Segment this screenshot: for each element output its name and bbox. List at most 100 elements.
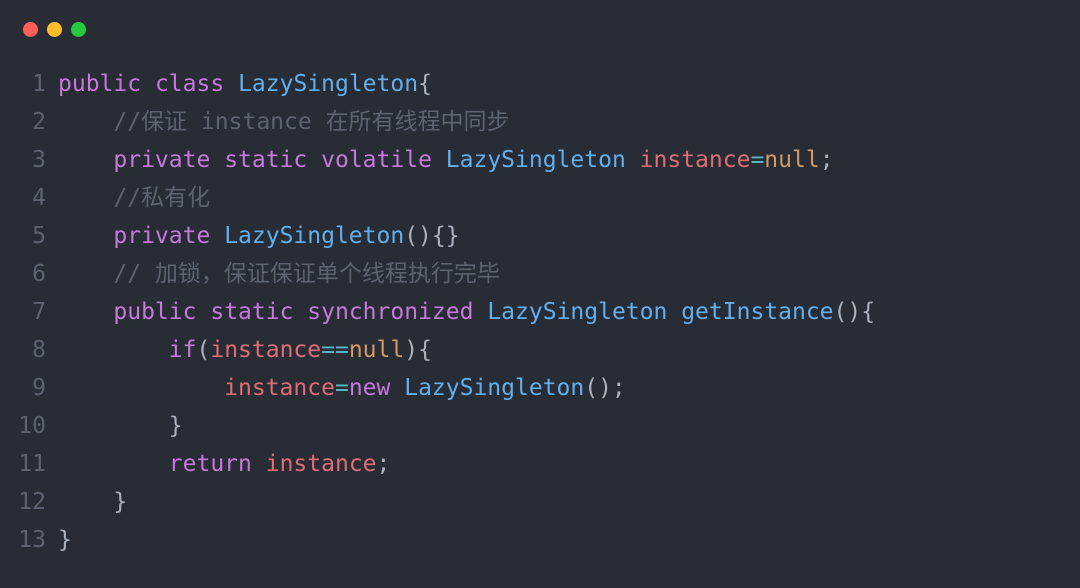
token: ( (196, 337, 210, 363)
line-number: 1 (16, 65, 58, 103)
line-number: 5 (16, 217, 58, 255)
token: LazySingleton (487, 299, 667, 325)
code-line[interactable]: 2 //保证 instance 在所有线程中同步 (16, 103, 1064, 141)
token (432, 147, 446, 173)
code-line[interactable]: 13} (16, 521, 1064, 559)
token: public (58, 71, 141, 97)
code-content[interactable]: if(instance==null){ (58, 331, 432, 369)
code-content[interactable]: } (58, 407, 183, 445)
token: ){ (404, 337, 432, 363)
token: synchronized (307, 299, 473, 325)
token (252, 451, 266, 477)
token (196, 299, 210, 325)
token: instance (224, 375, 335, 401)
token: //保证 instance 在所有线程中同步 (113, 109, 509, 135)
line-number: 6 (16, 255, 58, 293)
token: static (224, 147, 307, 173)
token: } (58, 527, 72, 553)
line-number: 2 (16, 103, 58, 141)
code-content[interactable]: //保证 instance 在所有线程中同步 (58, 103, 510, 141)
line-number: 7 (16, 293, 58, 331)
token (58, 185, 113, 211)
token: return (169, 451, 252, 477)
line-number: 10 (16, 407, 58, 445)
line-number: 3 (16, 141, 58, 179)
token: null (764, 147, 819, 173)
line-number: 11 (16, 445, 58, 483)
token: if (169, 337, 197, 363)
code-line[interactable]: 6 // 加锁，保证保证单个线程执行完毕 (16, 255, 1064, 293)
token (626, 147, 640, 173)
code-line[interactable]: 7 public static synchronized LazySinglet… (16, 293, 1064, 331)
code-line[interactable]: 8 if(instance==null){ (16, 331, 1064, 369)
token: null (349, 337, 404, 363)
token: //私有化 (113, 185, 210, 211)
token (58, 489, 113, 515)
token (58, 375, 224, 401)
code-line[interactable]: 4 //私有化 (16, 179, 1064, 217)
token (58, 299, 113, 325)
close-icon[interactable] (23, 22, 38, 37)
token (473, 299, 487, 325)
line-number: 13 (16, 521, 58, 559)
code-line[interactable]: 11 return instance; (16, 445, 1064, 483)
code-content[interactable]: return instance; (58, 445, 390, 483)
minimize-icon[interactable] (47, 22, 62, 37)
code-content[interactable]: } (58, 521, 72, 559)
code-content[interactable]: private LazySingleton(){} (58, 217, 460, 255)
code-content[interactable]: } (58, 483, 127, 521)
token: { (418, 71, 432, 97)
token (390, 375, 404, 401)
code-editor[interactable]: 1public class LazySingleton{2 //保证 insta… (0, 37, 1080, 559)
token: instance (266, 451, 377, 477)
line-number: 12 (16, 483, 58, 521)
code-line[interactable]: 10 } (16, 407, 1064, 445)
code-content[interactable]: // 加锁，保证保证单个线程执行完毕 (58, 255, 500, 293)
code-content[interactable]: //私有化 (58, 179, 210, 217)
code-line[interactable]: 9 instance=new LazySingleton(); (16, 369, 1064, 407)
token: // 加锁，保证保证单个线程执行完毕 (113, 261, 500, 287)
code-line[interactable]: 1public class LazySingleton{ (16, 65, 1064, 103)
window-controls (0, 0, 1080, 37)
token: LazySingleton (404, 375, 584, 401)
token: LazySingleton (238, 71, 418, 97)
token (58, 337, 169, 363)
token: private (113, 223, 210, 249)
line-number: 9 (16, 369, 58, 407)
token: class (155, 71, 224, 97)
zoom-icon[interactable] (71, 22, 86, 37)
token: private (113, 147, 210, 173)
token (667, 299, 681, 325)
code-line[interactable]: 3 private static volatile LazySingleton … (16, 141, 1064, 179)
token (58, 223, 113, 249)
line-number: 8 (16, 331, 58, 369)
token: ; (377, 451, 391, 477)
token (58, 413, 169, 439)
token: (); (584, 375, 626, 401)
token (224, 71, 238, 97)
token (293, 299, 307, 325)
token: public (113, 299, 196, 325)
token: volatile (321, 147, 432, 173)
line-number: 4 (16, 179, 58, 217)
token: static (210, 299, 293, 325)
code-content[interactable]: instance=new LazySingleton(); (58, 369, 626, 407)
token (307, 147, 321, 173)
code-content[interactable]: public class LazySingleton{ (58, 65, 432, 103)
token (58, 147, 113, 173)
token (58, 109, 113, 135)
token: } (113, 489, 127, 515)
code-line[interactable]: 12 } (16, 483, 1064, 521)
code-content[interactable]: private static volatile LazySingleton in… (58, 141, 834, 179)
token: instance (640, 147, 751, 173)
token: (){} (404, 223, 459, 249)
token: == (321, 337, 349, 363)
token: = (335, 375, 349, 401)
token: new (349, 375, 391, 401)
code-line[interactable]: 5 private LazySingleton(){} (16, 217, 1064, 255)
token: LazySingleton (446, 147, 626, 173)
token (210, 147, 224, 173)
token (58, 451, 169, 477)
token: = (750, 147, 764, 173)
code-content[interactable]: public static synchronized LazySingleton… (58, 293, 875, 331)
